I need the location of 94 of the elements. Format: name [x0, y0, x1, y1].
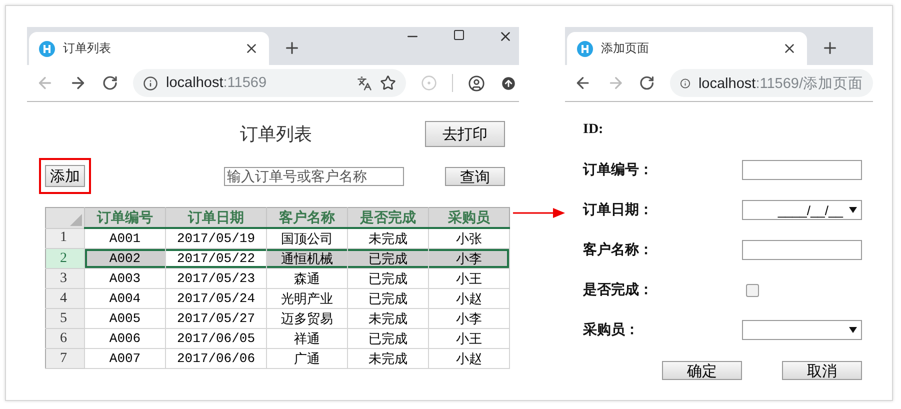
tab-title: 订单列表	[63, 40, 112, 57]
add-button[interactable]: 添加	[45, 165, 85, 187]
field-label: 采购员：	[583, 321, 640, 339]
table-cell: A001	[84, 228, 166, 248]
table-cell: 小赵	[428, 348, 510, 368]
query-button[interactable]: 查询	[445, 166, 505, 186]
table-cell: 小赵	[428, 288, 510, 308]
column-header: 客户名称	[266, 208, 348, 228]
url-text: localhost:11569	[166, 75, 267, 91]
address-bar[interactable]: localhost:11569/添加页面	[670, 69, 873, 97]
table-cell: 祥通	[266, 328, 348, 348]
table-cell: 已完成	[348, 268, 428, 288]
browser-tab[interactable]: 添加页面	[567, 32, 807, 65]
page-title: 订单列表	[240, 123, 312, 146]
table-cell: 2017/06/06	[166, 348, 266, 368]
profile-icon[interactable]	[468, 74, 485, 92]
address-bar[interactable]: localhost:11569	[133, 69, 406, 97]
logo-icon	[39, 40, 55, 56]
tab-title: 添加页面	[601, 40, 650, 57]
field-label: 订单编号：	[583, 161, 654, 179]
date-field[interactable]: ____/__/__	[742, 200, 862, 220]
table-cell: 已完成	[348, 248, 428, 268]
reload-icon[interactable]	[639, 75, 655, 91]
new-tab-icon[interactable]	[283, 39, 301, 57]
table-cell: A004	[84, 288, 166, 308]
table-cell: 已完成	[348, 288, 428, 308]
url-text: localhost:11569/添加页面	[698, 74, 863, 92]
table-cell: 未完成	[348, 348, 428, 368]
table-cell: 2017/06/05	[166, 328, 266, 348]
table-cell: 国顶公司	[266, 228, 348, 248]
table-cell: A003	[84, 268, 166, 288]
arrow-connector	[513, 207, 565, 219]
table-cell: 小李	[428, 248, 510, 268]
table-cell: A007	[84, 348, 166, 368]
dropdown-caret-icon[interactable]	[849, 327, 857, 333]
table-cell: 光明产业	[266, 288, 348, 308]
table-cell: 未完成	[348, 308, 428, 328]
table-cell: 小李	[428, 308, 510, 328]
table-cell: 森通	[266, 268, 348, 288]
checkbox[interactable]	[746, 284, 759, 296]
confirm-button[interactable]: 确定	[662, 361, 742, 380]
field-label: 订单日期：	[583, 201, 654, 219]
input-field[interactable]	[742, 240, 862, 260]
table-cell: 小张	[428, 228, 510, 248]
new-tab-icon[interactable]	[821, 39, 839, 57]
close-icon[interactable]	[498, 29, 513, 44]
table-cell: 小王	[428, 328, 510, 348]
column-header: 订单编号	[84, 208, 166, 228]
bookmark-icon[interactable]	[380, 75, 396, 91]
table-cell: 2017/05/24	[166, 288, 266, 308]
close-icon[interactable]	[782, 41, 797, 56]
reload-icon[interactable]	[102, 75, 118, 91]
info-icon	[680, 76, 690, 90]
row-number: 3	[46, 268, 84, 288]
table-cell: 2017/05/22	[166, 248, 266, 268]
table-cell: 2017/05/19	[166, 228, 266, 248]
table-cell: A002	[84, 248, 166, 268]
select-field[interactable]	[742, 320, 862, 340]
table-cell: 未完成	[348, 228, 428, 248]
corner-triangle-icon	[70, 214, 82, 226]
row-number: 4	[46, 288, 84, 308]
table-cell: 通恒机械	[266, 248, 348, 268]
input-field[interactable]	[742, 160, 862, 180]
table-cell: 广通	[266, 348, 348, 368]
table-cell: 已完成	[348, 328, 428, 348]
table-cell: A005	[84, 308, 166, 328]
translate-icon[interactable]	[357, 76, 372, 90]
cancel-button[interactable]: 取消	[782, 361, 862, 380]
info-icon	[143, 76, 158, 90]
table-cell: 2017/05/27	[166, 308, 266, 328]
forward-icon[interactable]	[69, 74, 87, 92]
table-cell: A006	[84, 328, 166, 348]
column-header: 是否完成	[348, 208, 428, 228]
column-header: 采购员	[428, 208, 510, 228]
column-header: 订单日期	[166, 208, 266, 228]
update-icon[interactable]	[500, 74, 517, 92]
row-number: 7	[46, 348, 84, 368]
row-number: 2	[46, 248, 84, 268]
field-label: ID:	[583, 122, 604, 138]
row-number: 6	[46, 328, 84, 348]
print-button[interactable]: 去打印	[425, 121, 505, 147]
table-cell: 2017/05/23	[166, 268, 266, 288]
field-label: 客户名称：	[583, 241, 654, 259]
row-number: 1	[46, 228, 84, 248]
field-label: 是否完成：	[583, 281, 654, 299]
close-icon[interactable]	[244, 41, 259, 56]
search-field[interactable]: 输入订单号或客户名称	[224, 166, 404, 186]
maximize-icon[interactable]	[453, 29, 465, 41]
table-cell: 迈多贸易	[266, 308, 348, 328]
browser-tab[interactable]: 订单列表	[29, 32, 269, 65]
table-cell: 小王	[428, 268, 510, 288]
logo-icon	[577, 40, 593, 56]
row-number: 5	[46, 308, 84, 328]
dropdown-caret-icon[interactable]	[849, 207, 857, 213]
